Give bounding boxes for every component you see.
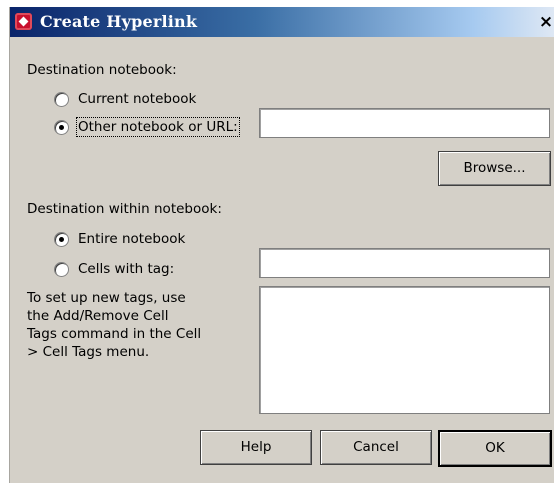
dialog-title: Create Hyperlink — [40, 12, 198, 31]
tag-input[interactable] — [259, 248, 550, 278]
radio-current-notebook-label[interactable]: Current notebook — [78, 91, 196, 107]
radio-current-notebook[interactable] — [54, 92, 69, 107]
title-bar[interactable]: Create Hyperlink × — [10, 7, 554, 37]
radio-entire-notebook-label[interactable]: Entire notebook — [78, 231, 185, 247]
url-input[interactable] — [259, 108, 550, 138]
help-button[interactable]: Help — [200, 430, 312, 465]
radio-cells-with-tag-label[interactable]: Cells with tag: — [78, 261, 174, 277]
browse-button[interactable]: Browse... — [438, 151, 551, 186]
create-hyperlink-dialog: Create Hyperlink × Destination notebook:… — [9, 7, 554, 483]
close-icon[interactable]: × — [537, 13, 554, 31]
tags-help-text: To set up new tags, use the Add/Remove C… — [27, 290, 202, 360]
radio-cells-with-tag[interactable] — [54, 262, 69, 277]
radio-other-notebook-label[interactable]: Other notebook or URL: — [76, 117, 240, 137]
app-icon — [15, 13, 32, 30]
radio-other-notebook[interactable] — [54, 120, 69, 135]
radio-entire-notebook[interactable] — [54, 232, 69, 247]
cancel-button[interactable]: Cancel — [320, 430, 432, 465]
destination-within-heading: Destination within notebook: — [27, 201, 222, 217]
tag-list-box[interactable] — [259, 286, 550, 414]
destination-notebook-heading: Destination notebook: — [27, 62, 177, 78]
ok-button[interactable]: OK — [438, 430, 552, 467]
